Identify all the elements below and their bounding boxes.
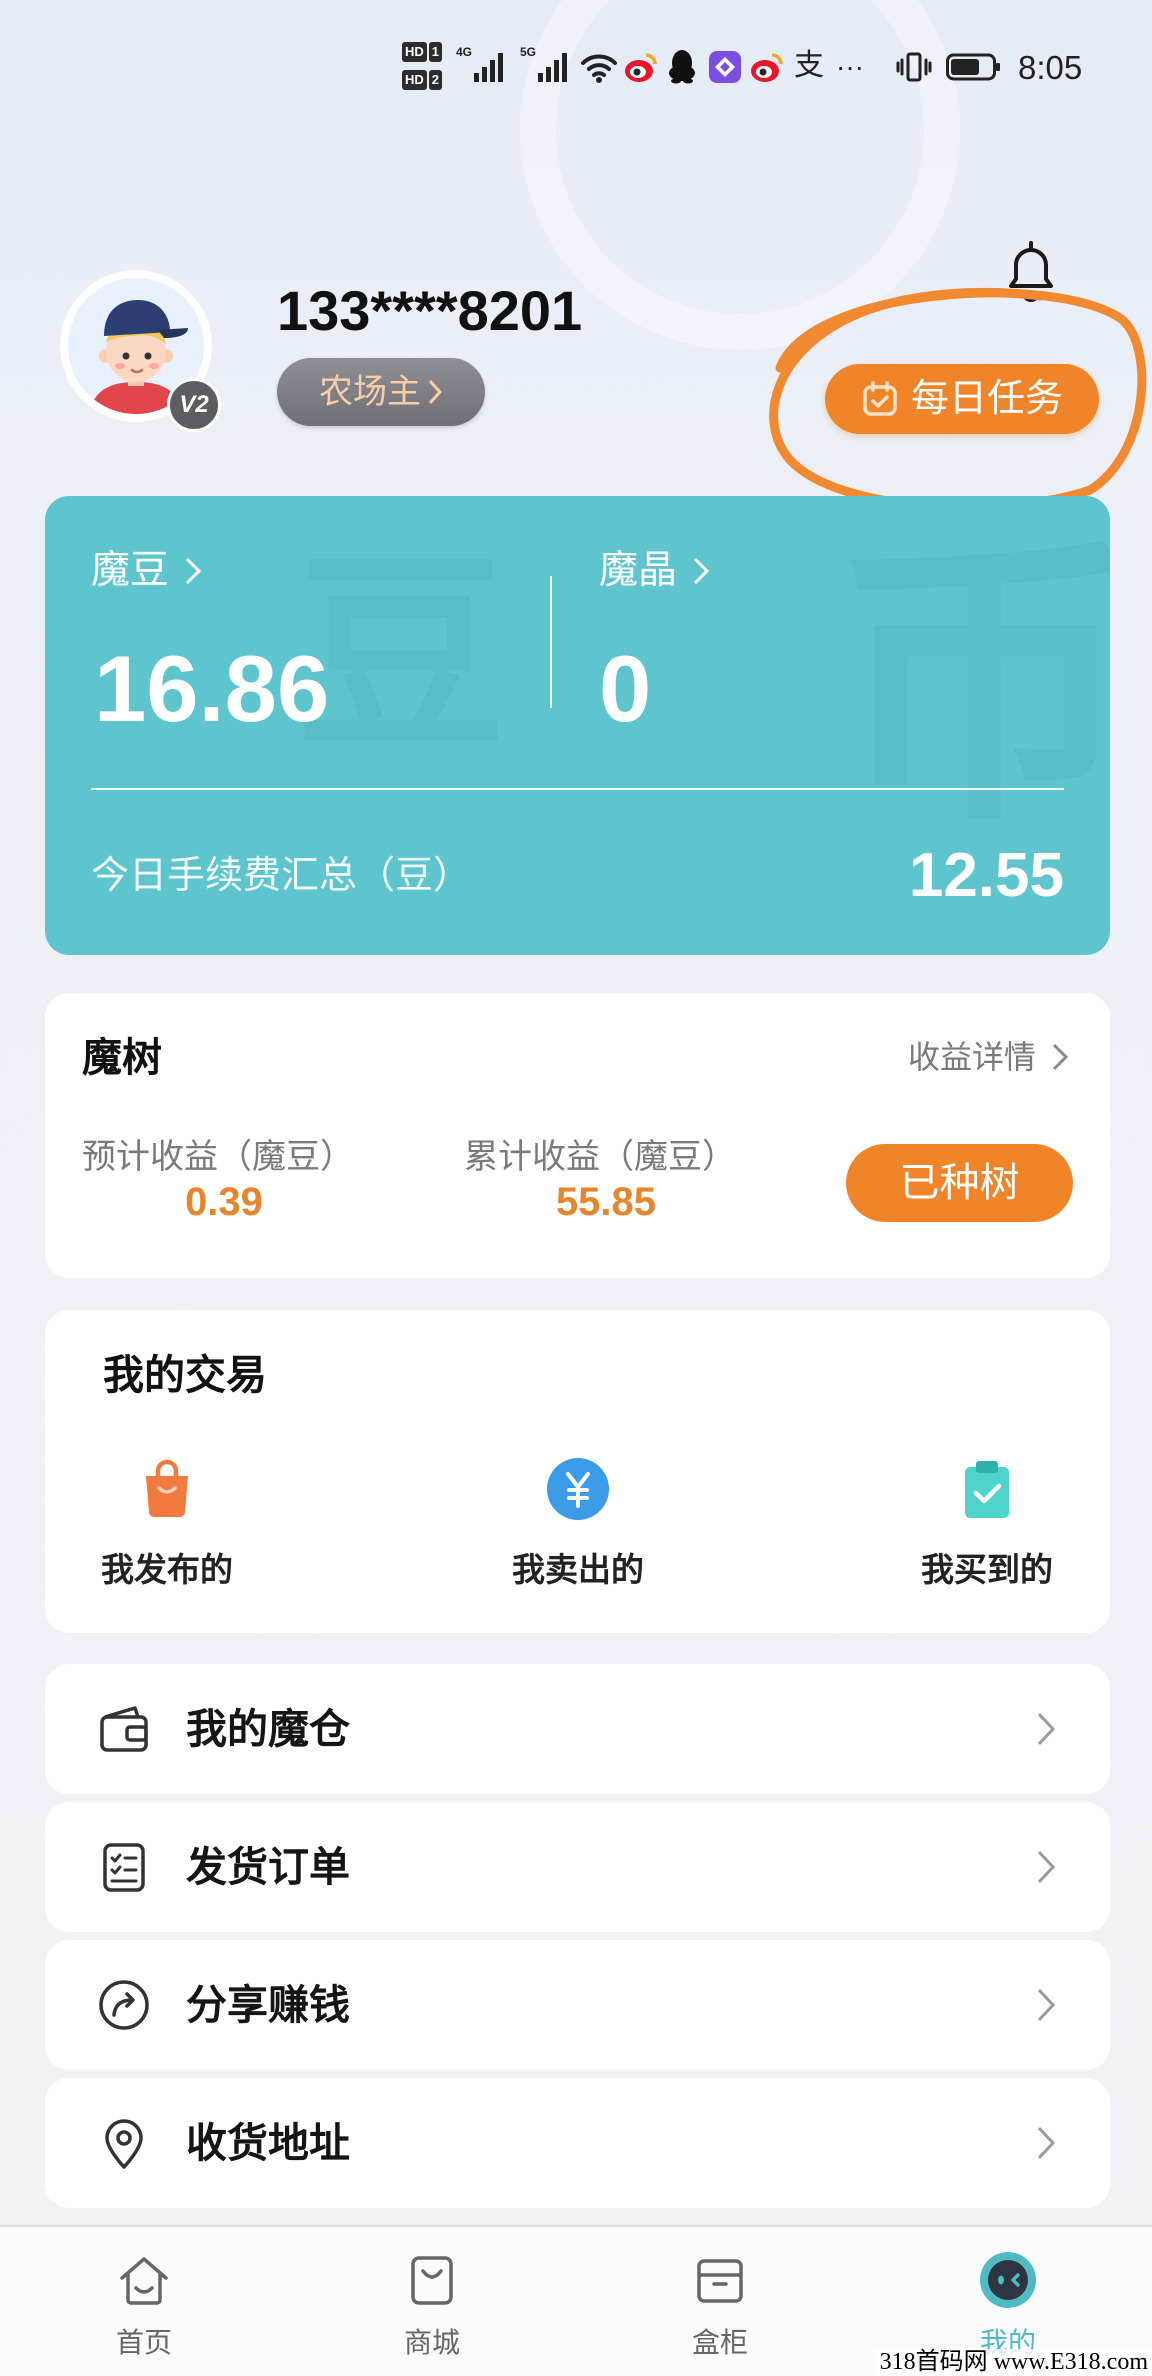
modou-balance: 16.86 xyxy=(94,636,330,741)
mojing-link[interactable]: 魔晶 xyxy=(599,551,711,590)
account-phone: 133****8201 xyxy=(277,279,583,342)
weibo-icon xyxy=(625,53,657,82)
earnings-detail-link[interactable]: 收益详情 xyxy=(908,1041,1070,1073)
network-type-4g: 4G xyxy=(456,45,473,59)
shop-bag-icon xyxy=(411,2256,453,2305)
chevron-right-icon xyxy=(1052,1043,1069,1071)
planted-tree-button[interactable]: 已种树 xyxy=(846,1144,1073,1222)
app-icon xyxy=(709,51,741,83)
menu-item-shipping-orders[interactable]: 发货订单 xyxy=(45,1802,1110,1932)
yen-icon xyxy=(547,1458,609,1520)
menu-item-label: 我的魔仓 xyxy=(186,1706,350,1752)
horizontal-divider xyxy=(91,788,1064,790)
nav-tab-mall[interactable]: 商城 xyxy=(288,2227,576,2376)
magic-tree-card: 魔树 收益详情 预计收益（魔豆） 0.39 累计收益（魔豆） 55.85 已种树 xyxy=(45,993,1110,1278)
trade-item-label: 我发布的 xyxy=(101,1551,233,1588)
share-icon xyxy=(99,1980,149,2030)
battery-fill xyxy=(951,59,979,75)
nav-tab-box-cabinet[interactable]: 盒柜 xyxy=(576,2227,864,2376)
nav-tab-label: 商城 xyxy=(403,2327,460,2358)
card-watermark: 币 xyxy=(835,518,1110,854)
modou-label: 魔豆 xyxy=(91,549,170,592)
vibrate-icon xyxy=(896,52,932,82)
my-trades-card: 我的交易 我发布的 我卖出的 我买到的 xyxy=(45,1310,1110,1633)
status-time: 8:05 xyxy=(1018,49,1083,86)
menu-item-label: 发货订单 xyxy=(186,1844,350,1890)
fee-summary-value: 12.55 xyxy=(908,841,1064,910)
chevron-right-icon xyxy=(1037,2126,1056,2160)
member-level-button[interactable]: 农场主 xyxy=(277,358,485,426)
box-icon xyxy=(697,2259,743,2303)
my-trades-title: 我的交易 xyxy=(103,1352,267,1398)
chevron-right-icon xyxy=(1037,1712,1056,1746)
nav-tab-label: 盒柜 xyxy=(691,2327,748,2358)
trade-item-sold[interactable]: 我卖出的 xyxy=(458,1456,698,1586)
asset-summary-card: 豆 币 魔豆 16.86 魔晶 0 今日手续费汇总（豆） 12.55 xyxy=(45,496,1110,955)
mojing-balance: 0 xyxy=(599,636,652,741)
trade-item-label: 我买到的 xyxy=(921,1551,1053,1588)
chevron-right-icon xyxy=(693,557,710,584)
battery-icon xyxy=(946,53,1000,81)
planted-tree-label: 已种树 xyxy=(899,1161,1020,1205)
vip-level-badge: V2 xyxy=(167,378,221,432)
chevron-right-icon xyxy=(1037,1988,1056,2022)
mojing-label: 魔晶 xyxy=(599,549,678,592)
menu-item-shipping-address[interactable]: 收货地址 xyxy=(45,2078,1110,2208)
shopping-bag-icon xyxy=(146,1459,188,1517)
home-icon xyxy=(120,2257,168,2305)
earnings-detail-label: 收益详情 xyxy=(907,1039,1036,1075)
wifi-icon xyxy=(581,54,617,83)
estimated-earnings-label: 预计收益（魔豆） xyxy=(82,1138,354,1176)
hd-label: HD xyxy=(402,70,427,90)
magic-tree-title: 魔树 xyxy=(82,1036,162,1080)
network-type-5g: 5G xyxy=(520,45,537,59)
menu-item-label: 收货地址 xyxy=(186,2120,350,2166)
more-notifications: ··· xyxy=(836,51,864,82)
order-list-icon xyxy=(103,1843,145,1892)
weibo-icon xyxy=(751,53,783,82)
signal-icon xyxy=(474,53,503,82)
chevron-right-icon xyxy=(185,557,202,584)
nav-tab-home[interactable]: 首页 xyxy=(0,2227,288,2376)
annotation-circle xyxy=(769,287,1147,512)
menu-item-my-warehouse[interactable]: 我的魔仓 xyxy=(45,1664,1110,1794)
estimated-earnings-value: 0.39 xyxy=(185,1180,263,1224)
hd-indicator-1: HD 1 xyxy=(402,42,443,62)
site-watermark: 318首码网 www.E318.com xyxy=(875,2349,1152,2376)
member-level-label: 农场主 xyxy=(319,373,421,411)
signal-icon xyxy=(538,53,567,82)
hd-indicator-2: HD 2 xyxy=(402,70,443,90)
wallet-icon xyxy=(100,1706,148,1752)
vertical-divider xyxy=(550,576,552,708)
total-earnings-label: 累计收益（魔豆） xyxy=(464,1138,736,1176)
hd-number: 2 xyxy=(428,70,443,90)
clipboard-check-icon xyxy=(965,1461,1009,1518)
modou-link[interactable]: 魔豆 xyxy=(91,551,203,590)
qq-icon xyxy=(669,50,695,84)
location-pin-icon xyxy=(105,2119,143,2169)
hd-label: HD xyxy=(402,42,427,62)
hd-number: 1 xyxy=(428,42,443,62)
alipay-indicator: 支 xyxy=(794,49,824,82)
menu-item-label: 分享赚钱 xyxy=(186,1982,350,2028)
profile-face-icon xyxy=(980,2252,1036,2308)
chevron-right-icon xyxy=(1037,1850,1056,1884)
chevron-right-icon xyxy=(428,379,443,405)
fee-summary-label: 今日手续费汇总（豆） xyxy=(91,855,472,897)
menu-item-share-earn[interactable]: 分享赚钱 xyxy=(45,1940,1110,2070)
total-earnings-value: 55.85 xyxy=(555,1180,657,1224)
trade-item-published[interactable]: 我发布的 xyxy=(47,1456,287,1586)
trade-item-label: 我卖出的 xyxy=(512,1551,644,1588)
nav-tab-label: 首页 xyxy=(115,2327,172,2358)
trade-item-bought[interactable]: 我买到的 xyxy=(867,1456,1107,1586)
